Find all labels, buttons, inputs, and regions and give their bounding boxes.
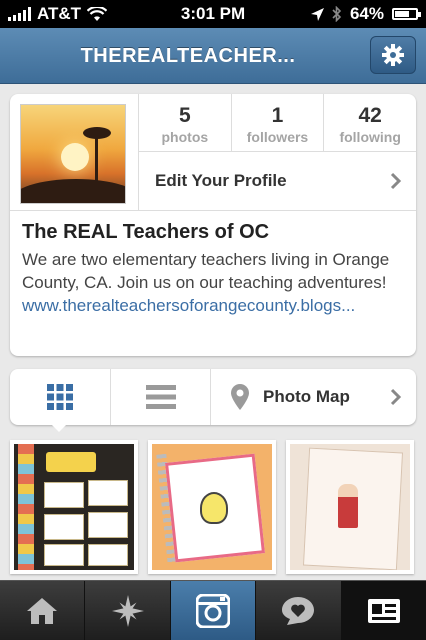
photo-grid — [10, 440, 416, 580]
photo-thumbnail[interactable] — [10, 440, 138, 574]
tab-profile[interactable] — [340, 581, 426, 640]
photo-thumbnail[interactable] — [286, 440, 414, 574]
grid-icon — [47, 384, 73, 410]
list-icon — [145, 385, 176, 409]
page-title: THEREALTEACHER... — [80, 45, 296, 67]
bluetooth-icon — [332, 6, 342, 22]
photo-map-button[interactable]: Photo Map — [210, 369, 416, 425]
explore-icon — [111, 595, 144, 627]
profile-card: 5 photos 1 followers 42 following Edit Y… — [10, 94, 416, 356]
stat-followers[interactable]: 1 followers — [230, 94, 324, 151]
stat-count: 5 — [178, 104, 191, 127]
status-bar: AT&T 3:01 PM 64% — [0, 0, 426, 28]
avatar[interactable] — [20, 104, 126, 204]
stat-count: 42 — [358, 104, 382, 127]
battery-icon — [392, 8, 421, 20]
gear-icon — [382, 44, 404, 66]
photo-thumbnail[interactable] — [148, 440, 276, 574]
stat-label: photos — [161, 129, 209, 145]
chevron-right-icon — [390, 388, 402, 406]
profile-website-link[interactable]: www.therealteachersoforangecounty.blogs.… — [22, 296, 404, 316]
tab-camera[interactable] — [169, 581, 256, 640]
chevron-right-icon — [390, 172, 402, 190]
tab-bar — [0, 580, 426, 640]
grid-view-button[interactable] — [10, 369, 110, 425]
settings-button[interactable] — [370, 36, 416, 74]
profile-bio: The REAL Teachers of OC We are two eleme… — [10, 210, 416, 326]
stat-photos[interactable]: 5 photos — [138, 94, 231, 151]
tab-home[interactable] — [0, 581, 84, 640]
list-view-button[interactable] — [110, 369, 210, 425]
profile-name: The REAL Teachers of OC — [22, 221, 270, 243]
stat-following[interactable]: 42 following — [323, 94, 416, 151]
camera-icon — [196, 594, 231, 628]
stat-label: following — [339, 129, 401, 145]
profile-description: We are two elementary teachers living in… — [22, 250, 390, 292]
location-icon — [310, 7, 324, 21]
tab-activity[interactable] — [255, 581, 340, 640]
profile-icon — [367, 599, 400, 623]
profile-stats: 5 photos 1 followers 42 following — [138, 94, 416, 152]
tab-explore[interactable] — [84, 581, 169, 640]
nav-bar: THEREALTEACHER... — [0, 28, 426, 84]
status-right: 64% — [310, 4, 421, 24]
stat-label: followers — [246, 129, 309, 145]
view-switcher: Photo Map — [10, 369, 416, 425]
active-view-pointer — [50, 423, 68, 432]
edit-profile-button[interactable]: Edit Your Profile — [138, 152, 416, 210]
home-icon — [27, 598, 58, 624]
map-pin-icon — [231, 384, 249, 410]
photo-map-label: Photo Map — [263, 387, 350, 406]
battery-label: 64% — [349, 4, 384, 23]
activity-icon — [282, 597, 315, 625]
stat-count: 1 — [271, 104, 284, 127]
edit-profile-label: Edit Your Profile — [155, 171, 287, 190]
